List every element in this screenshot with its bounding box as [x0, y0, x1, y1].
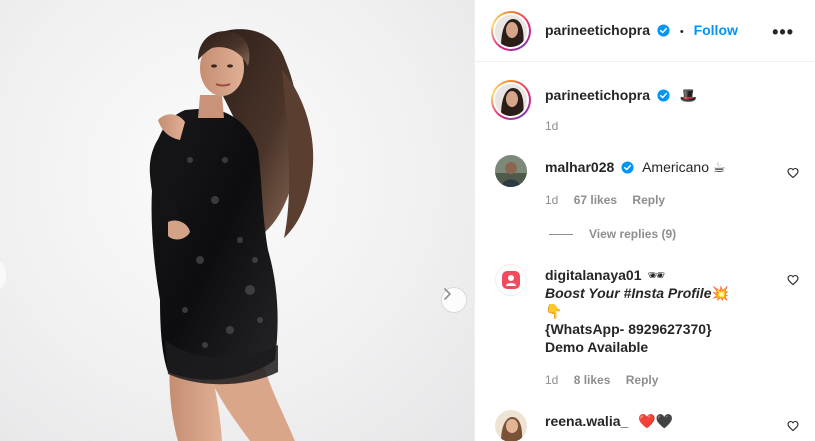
malhar-avatar-image: [495, 155, 527, 187]
caption-time: 1d: [545, 119, 559, 133]
comment-line-1: Boost Your #Insta Profile💥: [545, 284, 785, 302]
more-options-icon[interactable]: •••: [772, 22, 794, 43]
follow-button[interactable]: Follow: [694, 22, 738, 38]
comment-likes[interactable]: 8 likes: [574, 373, 611, 387]
comment-avatar[interactable]: [495, 264, 527, 296]
next-image-button[interactable]: [441, 287, 467, 313]
view-replies-button[interactable]: View replies (9): [549, 227, 676, 241]
caption-username[interactable]: parineetichopra: [545, 87, 650, 103]
divider-line: [549, 233, 573, 235]
comment-emoji-1: 💥: [711, 285, 729, 301]
comment-username[interactable]: digitalanaya01: [545, 267, 642, 283]
like-heart-icon[interactable]: [787, 167, 799, 179]
comment-line: malhar028 Americano ☕: [545, 158, 725, 176]
caption-avatar[interactable]: [491, 80, 531, 120]
verified-badge-icon: [657, 24, 670, 37]
comment-body: digitalanaya01 🕶 Boost Your #Insta Profi…: [545, 266, 785, 356]
caption-avatar-image: [495, 84, 527, 116]
comment-avatar[interactable]: [495, 410, 527, 441]
comment-text: ❤️🖤: [638, 413, 674, 429]
digital-anaya-logo-icon: [502, 271, 520, 289]
verified-badge-icon: [657, 89, 670, 102]
header-meta: parineetichopra • Follow: [545, 22, 738, 38]
reena-avatar-image: [495, 410, 527, 441]
comment-text-1: Boost Your #Insta Profile: [545, 285, 712, 301]
comment-line: reena.walia_ ❤️🖤: [545, 412, 673, 430]
post-side-panel: parineetichopra • Follow ••• parineetich…: [474, 0, 815, 441]
comment-likes[interactable]: 67 likes: [574, 193, 617, 207]
comment-avatar[interactable]: [495, 155, 527, 187]
author-username[interactable]: parineetichopra: [545, 22, 650, 38]
comment-line-3: {WhatsApp- 8929627370}: [545, 321, 712, 337]
comment-line-4: Demo Available: [545, 339, 649, 355]
comment-meta: 1d 8 likes Reply: [545, 373, 658, 387]
comment-time: 1d: [545, 373, 559, 387]
like-heart-icon[interactable]: [787, 274, 799, 286]
username-emoji: 🕶: [647, 267, 666, 283]
verified-badge-icon: [621, 161, 634, 174]
model-photo: [149, 29, 314, 441]
post-header: parineetichopra • Follow •••: [475, 0, 815, 62]
comment-meta: 1d 67 likes Reply: [545, 193, 665, 207]
comment-text: Americano ☕: [642, 159, 726, 175]
author-avatar[interactable]: [491, 11, 531, 51]
reply-button[interactable]: Reply: [632, 193, 665, 207]
reply-button[interactable]: Reply: [626, 373, 659, 387]
view-replies-label: View replies (9): [589, 227, 677, 241]
post-image[interactable]: [0, 0, 474, 441]
comment-line-2: 👇: [545, 303, 563, 319]
comment-time: 1d: [545, 193, 559, 207]
caption-text: 🎩: [679, 87, 698, 103]
caption-line: parineetichopra 🎩: [545, 86, 697, 104]
author-avatar-image: [495, 15, 527, 47]
like-heart-icon[interactable]: [787, 420, 799, 432]
comment-username[interactable]: reena.walia_: [545, 413, 628, 429]
chevron-right-icon: [444, 288, 452, 300]
comment-username[interactable]: malhar028: [545, 159, 614, 175]
dot-separator: •: [679, 26, 684, 38]
